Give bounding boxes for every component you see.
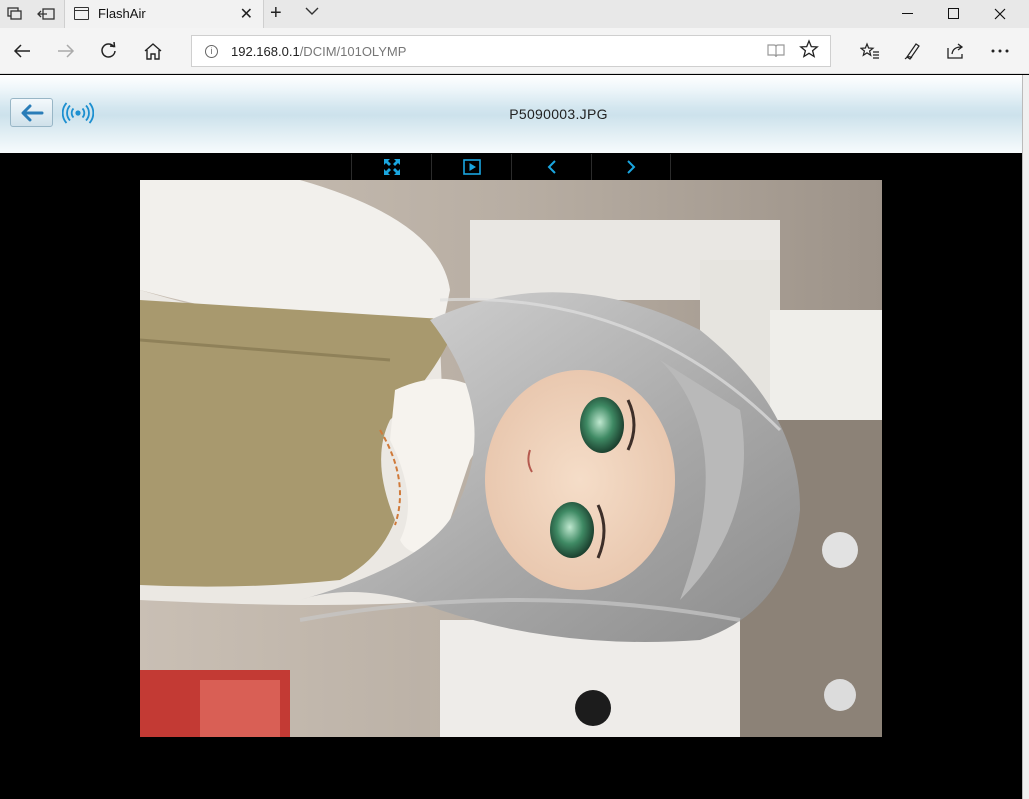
doll-photo [140, 180, 882, 737]
set-aside-icon[interactable] [35, 4, 57, 24]
pen-icon[interactable] [899, 37, 927, 65]
home-icon[interactable] [139, 37, 167, 65]
share-icon[interactable] [942, 37, 970, 65]
fullscreen-button[interactable] [351, 154, 431, 180]
forward-arrow-icon[interactable] [52, 37, 80, 65]
chevron-down-icon[interactable] [305, 4, 319, 19]
flashair-header: P5090003.JPG [0, 75, 1022, 153]
refresh-icon[interactable] [95, 37, 123, 65]
address-bar[interactable]: i 192.168.0.1/DCIM/101OLYMP [191, 35, 831, 67]
book-icon[interactable] [767, 43, 785, 62]
url-path: /DCIM/101OLYMP [299, 44, 407, 59]
close-window-button[interactable] [980, 2, 1020, 26]
tab-actions-icon[interactable] [4, 4, 26, 24]
next-button[interactable] [591, 154, 671, 180]
tab-title: FlashAir [98, 6, 146, 21]
browser-toolbar: i 192.168.0.1/DCIM/101OLYMP [0, 28, 1029, 74]
file-name: P5090003.JPG [509, 106, 608, 122]
page-icon [74, 7, 89, 20]
info-icon[interactable]: i [205, 45, 218, 58]
play-icon [462, 159, 481, 175]
chevron-left-icon [547, 160, 556, 174]
viewer-toolbar [351, 154, 671, 180]
tab-close-icon[interactable]: ✕ [240, 4, 253, 24]
maximize-button[interactable] [934, 2, 974, 26]
back-arrow-icon[interactable] [8, 37, 36, 65]
browser-tab[interactable]: FlashAir ✕ [64, 0, 264, 28]
ellipsis-icon[interactable] [986, 37, 1014, 65]
url-text[interactable]: 192.168.0.1/DCIM/101OLYMP [231, 44, 406, 59]
window-edge [1022, 75, 1029, 799]
star-icon[interactable] [799, 39, 819, 65]
fullscreen-icon [383, 159, 400, 175]
photo-view[interactable] [140, 180, 882, 737]
url-host: 192.168.0.1 [231, 44, 300, 59]
favorites-list-icon[interactable] [856, 37, 884, 65]
chevron-right-icon [627, 160, 636, 174]
minimize-button[interactable] [888, 2, 928, 26]
slideshow-button[interactable] [431, 154, 511, 180]
previous-button[interactable] [511, 154, 591, 180]
tab-strip: FlashAir ✕ + [0, 0, 1029, 28]
plus-icon[interactable]: + [270, 2, 282, 25]
